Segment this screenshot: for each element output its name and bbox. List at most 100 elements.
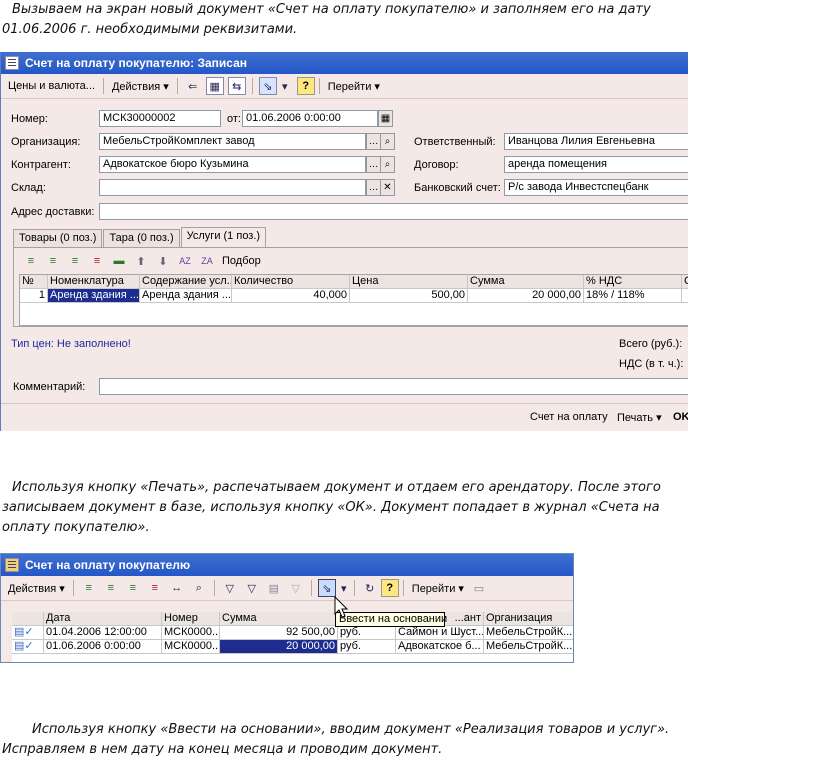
- tab-services[interactable]: Услуги (1 поз.): [180, 227, 267, 249]
- document-icon: [5, 56, 19, 70]
- printer-icon[interactable]: ▭: [470, 579, 488, 597]
- price-type-link[interactable]: Тип цен: Не заполнено!: [11, 338, 131, 350]
- table-cell[interactable]: [682, 289, 688, 303]
- table-cell[interactable]: МебельСтройК...: [484, 626, 573, 640]
- column-header[interactable]: Содержание усл...: [140, 275, 232, 289]
- edit-row-icon[interactable]: ≡: [66, 252, 84, 270]
- dropdown-arrow-icon[interactable]: ▾: [340, 579, 348, 597]
- refresh-icon[interactable]: ↻: [361, 579, 379, 597]
- move-up-icon[interactable]: ⬆: [132, 252, 150, 270]
- vat-label: НДС (в т. ч.):: [619, 358, 684, 370]
- table-cell[interactable]: МСК0000...: [162, 626, 220, 640]
- table-row[interactable]: ▤✓ 01.04.2006 12:00:00 МСК0000... 92 500…: [12, 626, 573, 640]
- comment-field[interactable]: [99, 378, 688, 395]
- table-cell[interactable]: руб.: [338, 626, 396, 640]
- actions-menu-button[interactable]: Действия ▾: [108, 79, 173, 94]
- table-cell[interactable]: 01.06.2006 0:00:00: [44, 640, 162, 654]
- column-header[interactable]: Организация: [484, 612, 573, 626]
- edit-icon[interactable]: ≡: [124, 579, 142, 597]
- toolbar-divider: [353, 580, 355, 596]
- help-icon[interactable]: ?: [380, 579, 399, 597]
- goto-menu-button[interactable]: Перейти ▾: [324, 79, 384, 94]
- column-header[interactable]: С: [682, 275, 688, 289]
- add-row-icon[interactable]: ≡: [22, 252, 40, 270]
- enter-based-on-icon[interactable]: ⇘: [258, 77, 277, 95]
- delivery-address-field[interactable]: [99, 203, 688, 220]
- table-header-row: Дата Номер Сумма ...ант Организация: [12, 612, 573, 626]
- column-header[interactable]: Сумма: [468, 275, 584, 289]
- column-header[interactable]: Номенклатура: [48, 275, 140, 289]
- goto-menu-button[interactable]: Перейти ▾: [408, 581, 468, 596]
- table-cell[interactable]: МебельСтройК...: [484, 640, 573, 654]
- column-header[interactable]: №: [20, 275, 48, 289]
- find-icon[interactable]: ⌕: [190, 579, 208, 597]
- clear-x-icon[interactable]: ✕: [380, 179, 395, 196]
- clear-filter-icon[interactable]: ▽: [287, 579, 305, 597]
- toolbar-divider: [310, 580, 312, 596]
- tab-containers[interactable]: Тара (0 поз.): [103, 229, 180, 248]
- responsible-field[interactable]: Иванцова Лилия Евгеньевна: [504, 133, 688, 150]
- enter-based-on-icon[interactable]: ⇘: [317, 579, 336, 597]
- table-cell[interactable]: 01.04.2006 12:00:00: [44, 626, 162, 640]
- delete-row-icon[interactable]: ≡: [88, 252, 106, 270]
- table-cell[interactable]: 500,00: [350, 289, 468, 303]
- calendar-icon[interactable]: ▦: [378, 110, 393, 127]
- move-down-icon[interactable]: ⬇: [154, 252, 172, 270]
- column-header[interactable]: Номер: [162, 612, 220, 626]
- open-search-icon[interactable]: ⌕: [380, 133, 395, 150]
- column-header[interactable]: [12, 612, 44, 626]
- table-cell[interactable]: Адвокатское б...: [396, 640, 484, 654]
- delete-icon[interactable]: ≡: [146, 579, 164, 597]
- prices-currency-button[interactable]: Цены и валюта...: [4, 79, 99, 93]
- column-header[interactable]: % НДС: [584, 275, 682, 289]
- add-icon[interactable]: ≡: [80, 579, 98, 597]
- end-edit-icon[interactable]: ▬: [110, 252, 128, 270]
- filter-value-icon[interactable]: ▽: [243, 579, 261, 597]
- select-ellipsis-icon[interactable]: …: [366, 156, 381, 173]
- column-header[interactable]: Сумма: [220, 612, 338, 626]
- tab-goods[interactable]: Товары (0 поз.): [13, 229, 103, 248]
- open-search-icon[interactable]: ⌕: [380, 156, 395, 173]
- number-field[interactable]: МСК30000002: [99, 110, 221, 127]
- structure-icon[interactable]: ▦: [205, 77, 224, 95]
- filter-list-icon[interactable]: ▤: [265, 579, 283, 597]
- organization-field[interactable]: МебельСтройКомплект завод: [99, 133, 366, 150]
- actions-menu-button[interactable]: Действия ▾: [4, 581, 69, 596]
- contractor-field[interactable]: Адвокатское бюро Кузьмина: [99, 156, 366, 173]
- dropdown-arrow-icon[interactable]: ▾: [281, 77, 289, 95]
- select-ellipsis-icon[interactable]: …: [366, 133, 381, 150]
- table-row[interactable]: 1 Аренда здания ... Аренда здания ... 40…: [20, 289, 688, 303]
- back-arrow-icon[interactable]: ⇐: [184, 77, 202, 95]
- table-cell[interactable]: Аренда здания ...: [140, 289, 232, 303]
- help-icon[interactable]: ?: [296, 77, 315, 95]
- podbor-button[interactable]: Подбор: [218, 254, 265, 268]
- column-header[interactable]: Дата: [44, 612, 162, 626]
- table-cell[interactable]: МСК0000...: [162, 640, 220, 654]
- bank-account-field[interactable]: Р/с завода Инвестспецбанк: [504, 179, 688, 196]
- invoice-print-button[interactable]: Счет на оплату: [530, 411, 608, 423]
- ok-button[interactable]: OK: [673, 411, 688, 423]
- warehouse-field[interactable]: [99, 179, 366, 196]
- table-row[interactable]: ▤✓ 01.06.2006 0:00:00 МСК0000... 20 000,…: [12, 640, 573, 654]
- interval-icon[interactable]: ↔: [168, 579, 186, 597]
- table-cell[interactable]: 92 500,00: [220, 626, 338, 640]
- table-cell[interactable]: 18% / 118%: [584, 289, 682, 303]
- column-header[interactable]: Количество: [232, 275, 350, 289]
- column-header[interactable]: Цена: [350, 275, 468, 289]
- table-cell[interactable]: Саймон и Шуст...: [396, 626, 484, 640]
- filter-icon[interactable]: ▽: [221, 579, 239, 597]
- copy-row-icon[interactable]: ≡: [44, 252, 62, 270]
- table-cell[interactable]: Аренда здания ...: [48, 289, 140, 303]
- table-cell[interactable]: 20 000,00: [468, 289, 584, 303]
- sort-descending-icon[interactable]: ZA: [198, 252, 216, 270]
- select-ellipsis-icon[interactable]: …: [366, 179, 381, 196]
- date-field[interactable]: 01.06.2006 0:00:00: [242, 110, 378, 127]
- contract-field[interactable]: аренда помещения: [504, 156, 688, 173]
- table-cell[interactable]: 40,000: [232, 289, 350, 303]
- sort-ascending-icon[interactable]: AZ: [176, 252, 194, 270]
- table-cell[interactable]: руб.: [338, 640, 396, 654]
- copy-icon[interactable]: ≡: [102, 579, 120, 597]
- table-cell[interactable]: 20 000,00: [220, 640, 338, 654]
- print-menu-button[interactable]: Печать ▾: [617, 411, 662, 424]
- movements-icon[interactable]: ⇆: [227, 77, 246, 95]
